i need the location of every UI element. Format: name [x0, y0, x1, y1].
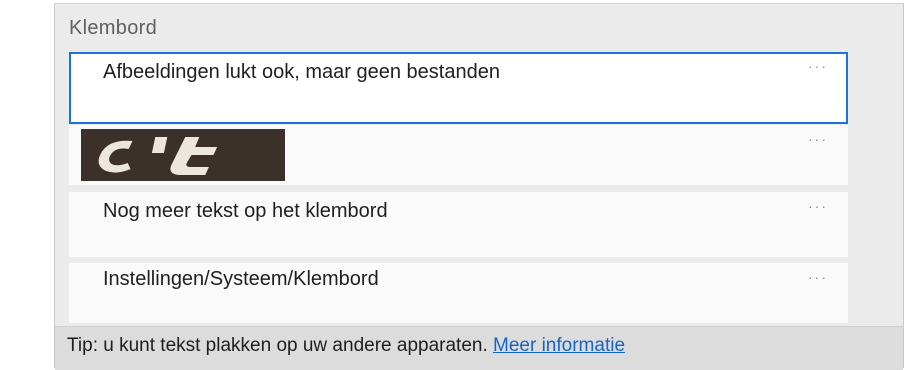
footer-tip-area: Tip: u kunt tekst plakken op uw andere a… — [55, 326, 903, 370]
more-options-icon[interactable]: ··· — [808, 198, 828, 214]
more-options-icon[interactable]: ··· — [808, 131, 828, 147]
tip-text-block: Tip: u kunt tekst plakken op uw andere a… — [67, 336, 767, 355]
tip-text: Tip: u kunt tekst plakken op uw andere a… — [67, 335, 488, 356]
clipboard-item[interactable]: Afbeeldingen lukt ook, maar geen bestand… — [69, 52, 848, 124]
more-info-link[interactable]: Meer informatie — [493, 335, 625, 356]
clipboard-panel: Klembord Afbeeldingen lukt ook, maar gee… — [54, 3, 904, 370]
ct-logo-image — [81, 129, 285, 181]
clipboard-item-text: Nog meer tekst op het klembord — [103, 200, 388, 222]
clipboard-item-text: Instellingen/Systeem/Klembord — [103, 268, 379, 290]
screen: Klembord Afbeeldingen lukt ook, maar gee… — [0, 0, 910, 370]
clipboard-item[interactable]: Nog meer tekst op het klembord ··· — [69, 192, 848, 257]
more-options-icon[interactable]: ··· — [808, 58, 828, 74]
more-options-icon[interactable]: ··· — [808, 269, 828, 285]
panel-title: Klembord — [69, 17, 157, 39]
clipboard-item[interactable]: Instellingen/Systeem/Klembord ··· — [69, 263, 848, 323]
clipboard-item-text: Afbeeldingen lukt ook, maar geen bestand… — [103, 61, 500, 83]
clipboard-item[interactable]: ··· — [69, 125, 848, 185]
